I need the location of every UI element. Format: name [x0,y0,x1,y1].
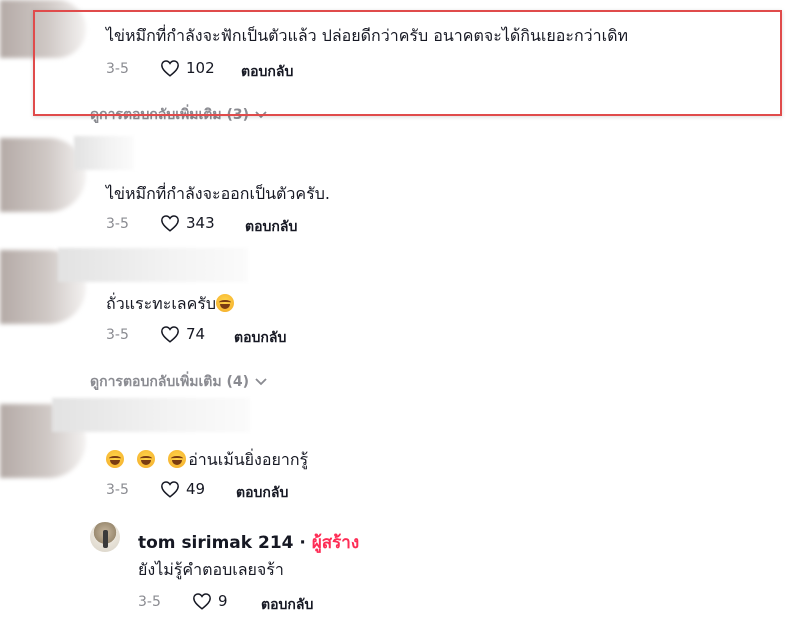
comment-text: ไข่หมึกที่กำลังจะออกเป็นตัวครับ. [106,184,330,203]
like-count: 49 [186,480,206,498]
like-button[interactable]: 343 [160,214,215,232]
comment-text-content: อ่านเม้นยิ่งอยากรู้ [188,450,309,469]
reply-date: 3-5 [138,594,161,610]
heart-outline-icon [192,592,212,610]
reply-button[interactable]: ตอบกลับ [261,594,313,616]
laughing-tears-emoji [168,450,187,468]
laughing-tears-emoji [137,450,156,468]
chevron-down-icon [255,374,267,390]
view-more-replies[interactable]: ดูการตอบกลับเพิ่มเติม (4) [90,371,267,393]
comment-text-content: ถั่วแระทะเลครับ [106,294,217,313]
laughing-tears-emoji [106,450,124,468]
like-count: 9 [218,592,228,610]
reply-button[interactable]: ตอบกลับ [245,216,297,238]
creator-badge: ผู้สร้าง [311,533,360,553]
like-button[interactable]: 49 [160,480,205,498]
author-name[interactable]: tom sirimak 214 [138,533,294,553]
reply-text: ยังไม่รู้คำตอบเลยจร้า [138,560,284,579]
like-count: 74 [186,325,206,343]
laughing-tears-emoji [216,294,235,312]
reply-button[interactable]: ตอบกลับ [236,482,288,504]
author-header: tom sirimak 214 · ผู้สร้าง [138,529,359,556]
heart-outline-icon [160,480,180,498]
heart-outline-icon [160,214,180,232]
username-blurred[interactable] [58,248,248,282]
view-more-replies-label: ดูการตอบกลับเพิ่มเติม (4) [90,374,250,390]
username-blurred[interactable] [52,398,250,432]
like-button[interactable]: 74 [160,325,205,343]
like-button[interactable]: 9 [192,592,228,610]
comment-date: 3-5 [106,327,129,343]
comment-date: 3-5 [106,216,129,232]
separator-dot: · [299,533,306,553]
comment-text: อ่านเม้นยิ่งอยากรู้ [106,448,308,473]
highlight-annotation-box [33,10,782,116]
author-avatar[interactable] [90,522,120,552]
heart-outline-icon [160,325,180,343]
username-blurred[interactable] [74,136,134,170]
comment-date: 3-5 [106,482,129,498]
like-count: 343 [186,214,215,232]
comment-text: ถั่วแระทะเลครับ [106,292,236,317]
reply-button[interactable]: ตอบกลับ [234,327,286,349]
